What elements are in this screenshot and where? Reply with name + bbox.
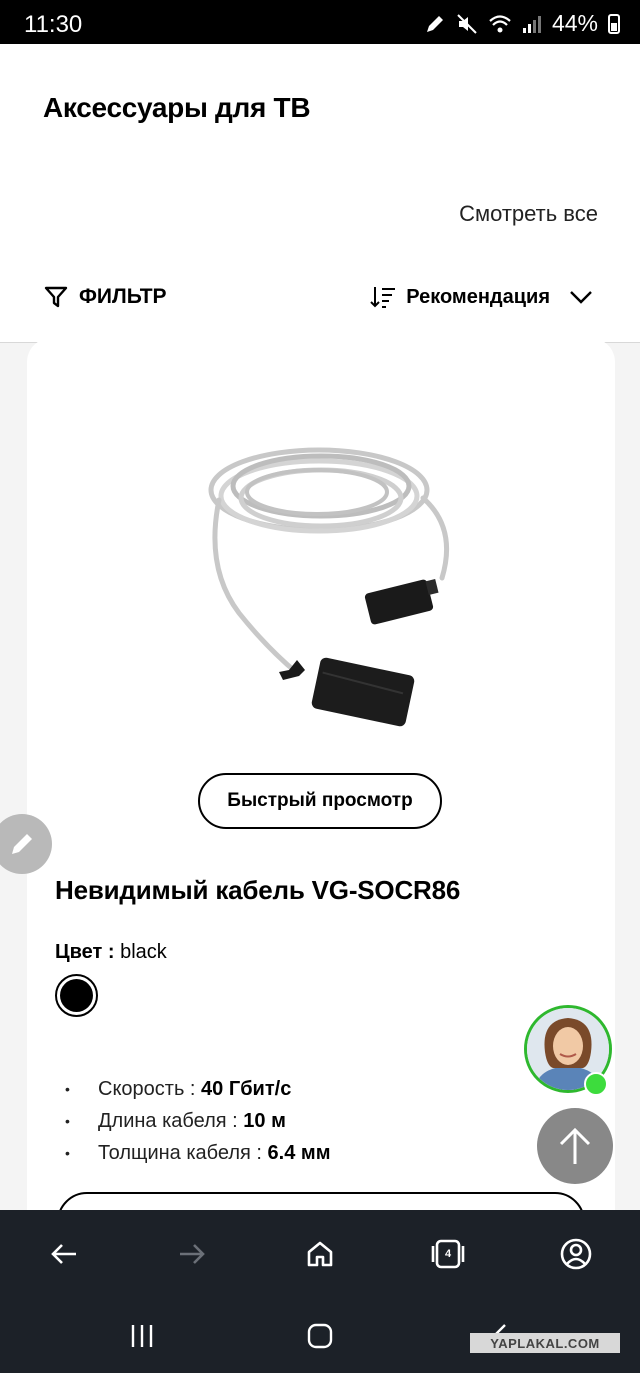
color-value: black: [120, 941, 167, 963]
spec-value: 40 Гбит/с: [201, 1078, 292, 1100]
sort-icon: [370, 287, 396, 308]
list-item: Длина кабеля : 10 м: [65, 1105, 331, 1137]
signal-icon: [522, 15, 541, 33]
tabs-button[interactable]: 4: [426, 1232, 470, 1276]
scroll-to-top-button[interactable]: [537, 1108, 613, 1184]
arrow-up-icon: [559, 1127, 591, 1164]
back-button[interactable]: [42, 1232, 86, 1276]
spec-list: Скорость : 40 Гбит/с Длина кабеля : 10 м…: [65, 1073, 331, 1169]
page-header: Аксессуары для ТВ Смотреть все ФИЛЬТР Ре…: [0, 44, 640, 343]
system-home-button[interactable]: [300, 1316, 340, 1356]
sort-label: Рекомендация: [406, 285, 550, 308]
system-home-icon: [307, 1323, 333, 1349]
home-button[interactable]: [298, 1232, 342, 1276]
page-title: Аксессуары для ТВ: [43, 92, 311, 123]
spec-label: Скорость :: [98, 1078, 196, 1100]
view-all-link[interactable]: Смотреть все: [459, 201, 598, 227]
spec-label: Толщина кабеля :: [98, 1142, 262, 1164]
chevron-down-icon: [570, 291, 592, 304]
status-bar: 11:30 44%: [0, 0, 640, 44]
product-image[interactable]: [187, 438, 467, 748]
color-label: Цвет :: [55, 941, 115, 963]
filter-label: ФИЛЬТР: [79, 285, 167, 308]
color-swatch-black[interactable]: [55, 974, 98, 1017]
sort-dropdown[interactable]: Рекомендация: [370, 284, 596, 310]
color-info: Цвет : black: [55, 941, 167, 964]
forward-icon: [180, 1244, 205, 1264]
wifi-icon: [489, 14, 511, 32]
account-icon: [560, 1238, 592, 1270]
battery-percent: 44%: [551, 10, 598, 36]
tabs-count: 4: [444, 1248, 452, 1260]
list-item: Толщина кабеля : 6.4 мм: [65, 1137, 331, 1169]
status-time: 11:30: [24, 11, 83, 38]
mute-icon: [457, 13, 477, 34]
spec-value: 6.4 мм: [267, 1142, 331, 1164]
pen-icon: [426, 15, 443, 32]
account-button[interactable]: [554, 1232, 598, 1276]
recent-apps-icon: [131, 1325, 153, 1347]
list-item: Скорость : 40 Гбит/с: [65, 1073, 331, 1105]
status-icons: 44%: [424, 10, 620, 37]
home-icon: [307, 1241, 333, 1267]
swatch-fill: [60, 979, 93, 1012]
spec-label: Длина кабеля :: [98, 1110, 238, 1132]
browser-navigation-bar: 4: [0, 1210, 640, 1298]
recent-apps-button[interactable]: [122, 1316, 162, 1356]
filter-button[interactable]: ФИЛЬТР: [43, 284, 167, 310]
back-icon: [51, 1244, 76, 1264]
watermark: YAPLAKAL.COM: [470, 1333, 620, 1353]
tabs-icon: 4: [430, 1239, 466, 1269]
forward-button[interactable]: [170, 1232, 214, 1276]
product-card[interactable]: Быстрый просмотр Невидимый кабель VG-SOC…: [27, 338, 615, 1252]
spec-value: 10 м: [243, 1110, 286, 1132]
edit-icon: [12, 834, 32, 854]
filter-icon: [44, 286, 68, 308]
online-status-indicator: [584, 1072, 608, 1096]
product-name[interactable]: Невидимый кабель VG-SOCR86: [55, 875, 460, 906]
quick-view-button[interactable]: Быстрый просмотр: [198, 773, 442, 829]
battery-icon: [608, 13, 620, 34]
